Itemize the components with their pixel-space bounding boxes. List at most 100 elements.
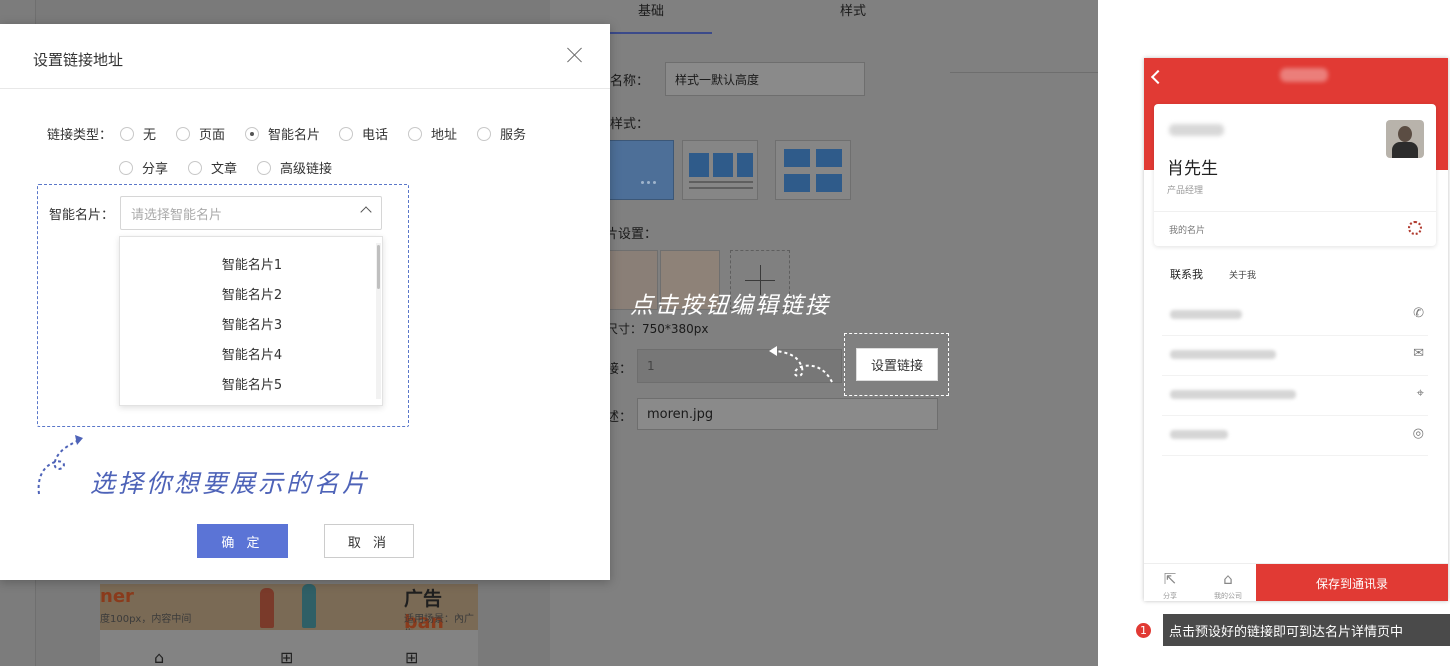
radio-checked-icon xyxy=(245,126,259,141)
radio-service[interactable]: 服务 xyxy=(477,124,526,143)
company-label: 我的公司 xyxy=(1214,592,1242,600)
select-placeholder: 请选择智能名片 xyxy=(131,207,223,223)
banner-left-title: ner xyxy=(100,586,134,607)
banner-left-sub: 度100px，内容中间 xyxy=(100,614,192,625)
confirm-button[interactable]: 确 定 xyxy=(197,524,288,558)
radio-circle-icon xyxy=(477,126,491,141)
contact-row-email[interactable]: ✉ xyxy=(1162,336,1428,376)
radio-share[interactable]: 分享 xyxy=(119,158,168,177)
phone-bottom-bar: ⇱ 分享 ⌂ 我的公司 保存到通讯录 xyxy=(1144,563,1448,601)
wechat-blurred xyxy=(1170,430,1228,439)
modal-title: 设置链接地址 xyxy=(33,51,124,69)
phone-icon: ✆ xyxy=(1413,306,1424,321)
contact-row-phone[interactable]: ✆ xyxy=(1162,296,1428,336)
smart-card-dropdown: 智能名片1 智能名片2 智能名片3 智能名片4 智能名片5 xyxy=(119,236,383,406)
link-settings-modal: 设置链接地址 链接类型： 无 页面 智能名片 电话 地址 服务 分享 文章 高级… xyxy=(0,24,610,580)
banner-preview: ner 度100px，内容中间 广告ban 适用场景：內广告 xyxy=(100,584,478,640)
banner-illustration xyxy=(260,584,320,630)
image-size-note: 尺寸：750*380px xyxy=(606,322,709,336)
contact-row-wechat[interactable]: ◎ xyxy=(1162,416,1428,456)
radio-circle-icon xyxy=(188,160,202,175)
radio-none[interactable]: 无 xyxy=(120,124,156,143)
radio-page[interactable]: 页面 xyxy=(176,124,225,143)
active-tab-indicator xyxy=(610,32,712,34)
dropdown-option[interactable]: 智能名片2 xyxy=(120,284,384,303)
page-title-blurred xyxy=(1280,68,1328,82)
radio-label: 页面 xyxy=(199,128,226,143)
preview-bottom-nav: ⌂ ⊞ ⊞ xyxy=(100,630,478,666)
set-link-button[interactable]: 设置链接 xyxy=(856,348,938,381)
avatar xyxy=(1386,120,1424,158)
close-icon[interactable] xyxy=(566,46,584,64)
tab-about[interactable]: 关于我 xyxy=(1229,268,1256,281)
grid-icon: ⊞ xyxy=(280,648,294,666)
radio-circle-icon xyxy=(119,160,133,175)
image-settings-label: 片设置： xyxy=(605,227,658,242)
radio-label: 智能名片 xyxy=(268,128,321,143)
radio-label: 高级链接 xyxy=(280,162,333,177)
modal-divider xyxy=(0,88,610,89)
dropdown-option[interactable]: 智能名片5 xyxy=(120,374,384,393)
desc-input[interactable]: moren.jpg xyxy=(637,398,938,430)
wechat-icon: ◎ xyxy=(1412,426,1424,441)
card-name: 肖先生 xyxy=(1167,159,1218,179)
radio-circle-icon xyxy=(339,126,353,141)
radio-phone[interactable]: 电话 xyxy=(339,124,388,143)
radio-article[interactable]: 文章 xyxy=(188,158,237,177)
radio-label: 服务 xyxy=(500,128,527,143)
tab-contact[interactable]: 联系我 xyxy=(1170,266,1203,282)
style-option-2[interactable] xyxy=(682,140,758,200)
back-icon[interactable] xyxy=(1150,69,1166,85)
save-contact-button[interactable]: 保存到通讯录 xyxy=(1256,564,1448,601)
company-name-blurred xyxy=(1169,124,1224,136)
radio-label: 无 xyxy=(143,128,157,143)
radio-label: 分享 xyxy=(142,162,169,177)
home-icon: ⌂ xyxy=(154,648,165,666)
card-job-title: 产品经理 xyxy=(1167,186,1204,196)
qr-icon[interactable] xyxy=(1408,221,1422,235)
radio-smart-card[interactable]: 智能名片 xyxy=(245,124,320,143)
email-blurred xyxy=(1170,350,1276,359)
share-label: 分享 xyxy=(1163,592,1177,600)
grid-icon: ⊞ xyxy=(405,648,419,666)
radio-circle-icon xyxy=(176,126,190,141)
divider xyxy=(950,72,1098,73)
tab-style[interactable]: 样式 xyxy=(840,0,866,19)
radio-label: 电话 xyxy=(362,128,389,143)
edit-link-hint: 点击按钮编辑链接 xyxy=(630,293,830,319)
phone-number-blurred xyxy=(1170,310,1242,319)
divider xyxy=(1154,211,1436,212)
tab-basic[interactable]: 基础 xyxy=(638,0,664,19)
dropdown-option[interactable]: 智能名片4 xyxy=(120,344,384,363)
share-icon[interactable]: ⇱ xyxy=(1156,570,1184,588)
address-blurred xyxy=(1170,390,1296,399)
hint-arrow-icon xyxy=(769,346,833,383)
choose-card-hint: 选择你想要展示的名片 xyxy=(90,469,371,498)
module-name-input[interactable]: 样式一默认高度 xyxy=(665,62,865,96)
home-icon[interactable]: ⌂ xyxy=(1214,570,1242,588)
radio-circle-icon xyxy=(120,126,134,141)
link-type-label: 链接类型： xyxy=(47,128,113,143)
radio-address[interactable]: 地址 xyxy=(408,124,457,143)
smart-card-label: 智能名片： xyxy=(49,208,115,223)
cancel-button[interactable]: 取 消 xyxy=(324,524,414,558)
hint-arrow-icon xyxy=(37,435,83,495)
step-badge: 1 xyxy=(1134,621,1153,640)
style-option-3[interactable] xyxy=(775,140,851,200)
radio-circle-icon xyxy=(408,126,422,141)
settings-tabs: 基础 样式 xyxy=(590,0,950,34)
phone-preview: 肖先生 产品经理 我的名片 联系我 关于我 ✆ ✉ ⌖ ◎ ⇱ 分享 ⌂ 我的公… xyxy=(1144,58,1448,601)
radio-label: 文章 xyxy=(211,162,238,177)
my-card-label: 我的名片 xyxy=(1169,226,1206,236)
mail-icon: ✉ xyxy=(1413,346,1424,361)
dropdown-option[interactable]: 智能名片3 xyxy=(120,314,384,333)
dropdown-option[interactable]: 智能名片1 xyxy=(120,254,384,273)
radio-circle-icon xyxy=(257,160,271,175)
chevron-up-icon xyxy=(360,206,372,218)
smart-card-select[interactable]: 请选择智能名片 xyxy=(120,196,382,230)
location-icon: ⌖ xyxy=(1416,386,1424,401)
contact-row-address[interactable]: ⌖ xyxy=(1162,376,1428,416)
radio-label: 地址 xyxy=(431,128,458,143)
business-card: 肖先生 产品经理 我的名片 xyxy=(1154,104,1436,246)
radio-advanced-link[interactable]: 高级链接 xyxy=(257,158,332,177)
